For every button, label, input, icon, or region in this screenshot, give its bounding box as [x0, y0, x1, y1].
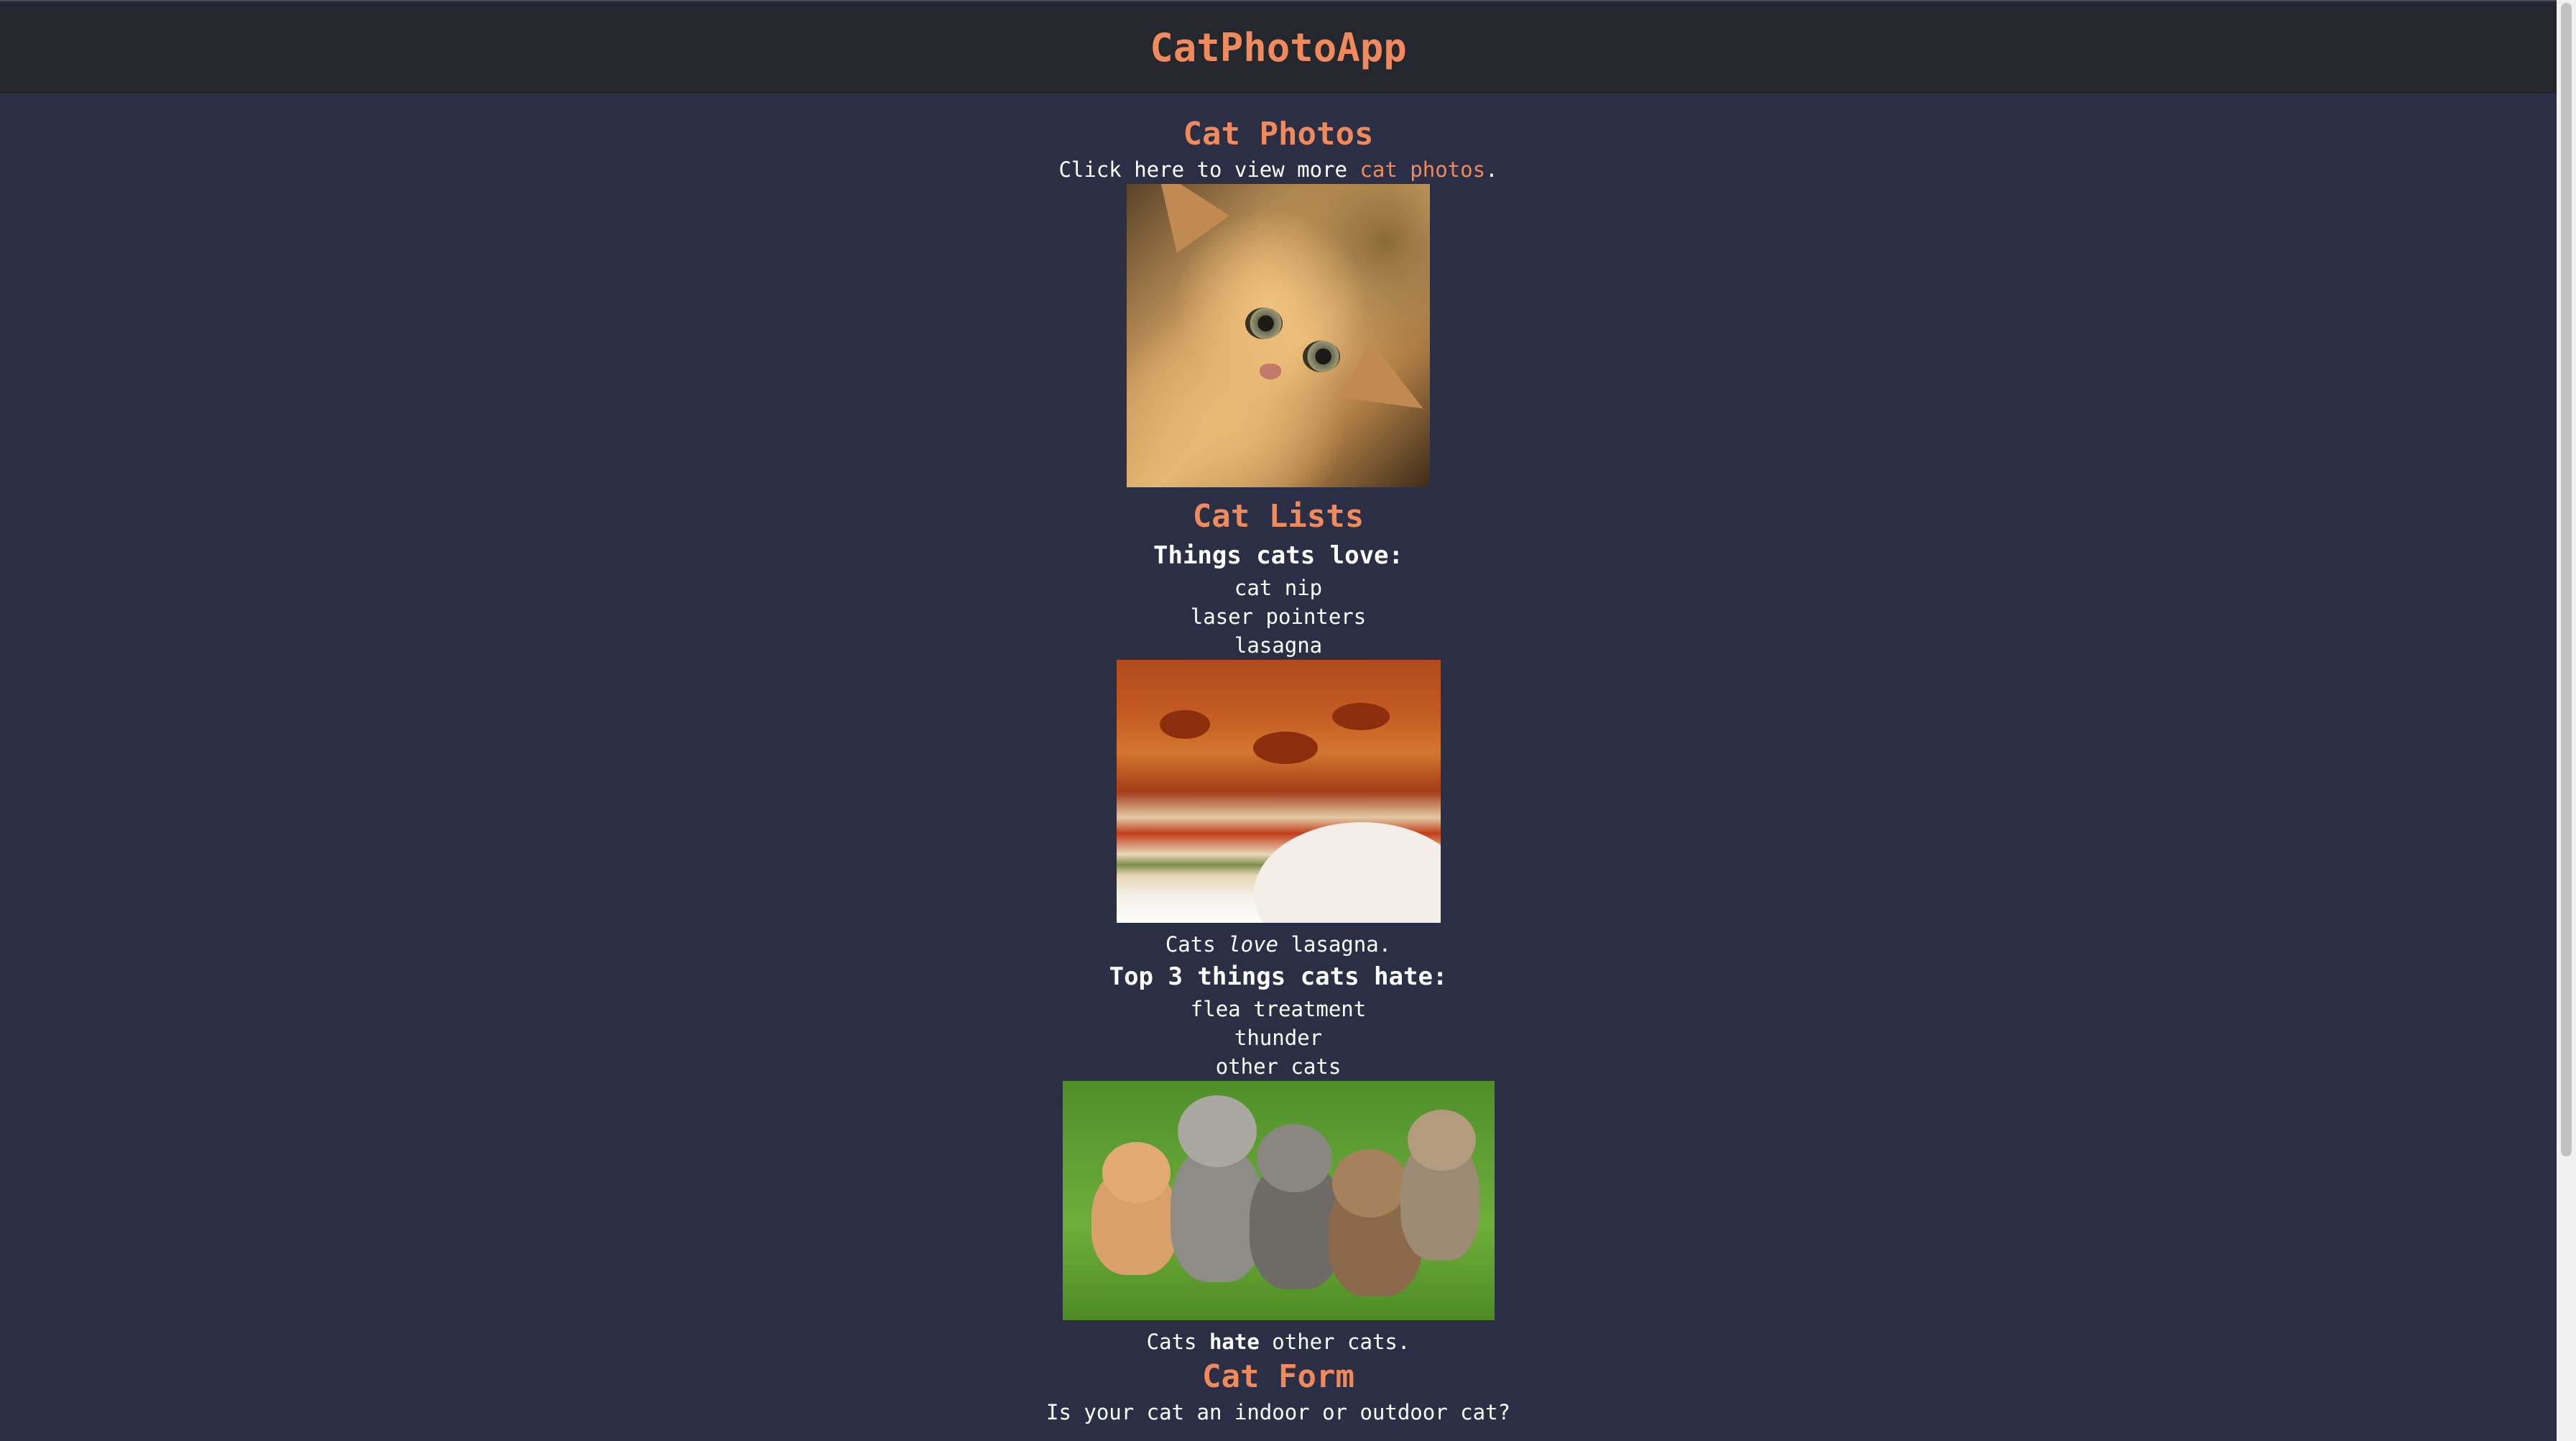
lasagna-caption-emphasis: love	[1228, 932, 1278, 957]
cats-hate-list: flea treatment thunder other cats	[0, 995, 2557, 1081]
cat-lists-section: Cat Lists Things cats love: cat nip lase…	[0, 496, 2557, 1356]
cat-form-section: Cat Form Is your cat an indoor or outdoo…	[0, 1356, 2557, 1427]
sauce-spot	[1331, 703, 1390, 730]
more-photos-prefix: Click here to view more	[1058, 157, 1360, 182]
list-item: thunder	[1234, 1026, 1323, 1050]
lasagna-caption-suffix: lasagna.	[1278, 932, 1392, 957]
more-photos-suffix: .	[1485, 157, 1498, 182]
sauce-spot	[1252, 732, 1318, 764]
lasagna-caption-prefix: Cats	[1165, 932, 1229, 957]
kitten-head-orange	[1102, 1142, 1171, 1203]
cat-photos-heading: Cat Photos	[1183, 116, 1374, 152]
kittens-caption-strong: hate	[1209, 1330, 1260, 1354]
kittens-figure: Cats hate other cats.	[0, 1081, 2557, 1356]
lasagna-caption: Cats love lasagna.	[0, 930, 2557, 959]
kitten-head-calico	[1407, 1110, 1476, 1171]
kitten-head-tabby	[1177, 1095, 1257, 1167]
list-item: laser pointers	[1190, 604, 1367, 629]
kitten-head-brown	[1331, 1149, 1408, 1217]
kittens-caption-prefix: Cats	[1146, 1330, 1209, 1354]
list-item: flea treatment	[1190, 997, 1367, 1021]
list-item: cat nip	[1234, 576, 1323, 600]
kittens-caption-suffix: other cats.	[1259, 1330, 1411, 1354]
kitten-eye-right	[1303, 341, 1340, 372]
list-item: lasagna	[1234, 633, 1323, 658]
scrollbar-thumb[interactable]	[2561, 3, 2572, 1156]
lasagna-figure: Cats love lasagna.	[0, 660, 2557, 959]
page-viewport: CatPhotoApp Cat Photos Click here to vie…	[0, 0, 2557, 1441]
kittens-image	[1062, 1081, 1495, 1320]
app-title: CatPhotoApp	[1150, 24, 1407, 70]
cat-form-heading: Cat Form	[1202, 1358, 1354, 1395]
more-photos-text: Click here to view more cat photos.	[0, 155, 2557, 184]
things-cats-love-heading: Things cats love:	[1153, 541, 1403, 570]
vertical-scrollbar[interactable]	[2557, 0, 2576, 1441]
lasagna-image	[1116, 660, 1441, 923]
kitten-ear-left	[1131, 184, 1230, 253]
cats-love-list: cat nip laser pointers lasagna	[0, 574, 2557, 660]
kitten-ear-right	[1338, 341, 1430, 437]
cat-photos-section: Cat Photos Click here to view more cat p…	[0, 114, 2557, 487]
sauce-spot	[1159, 710, 1210, 739]
indoor-outdoor-question: Is your cat an indoor or outdoor cat?	[1045, 1400, 1510, 1424]
kitten-head-grey	[1256, 1124, 1332, 1192]
cat-photos-link[interactable]: cat photos	[1359, 157, 1485, 182]
plate-shape	[1253, 822, 1441, 923]
main-content: Cat Photos Click here to view more cat p…	[0, 93, 2557, 1427]
kitten-image-link[interactable]	[0, 184, 2557, 487]
top-navbar: CatPhotoApp	[0, 0, 2557, 93]
list-item: other cats	[1215, 1054, 1342, 1079]
kittens-caption: Cats hate other cats.	[0, 1327, 2557, 1356]
kitten-eye-left	[1245, 308, 1283, 339]
cat-lists-heading: Cat Lists	[1192, 498, 1365, 535]
kitten-image[interactable]	[1127, 184, 1430, 487]
things-cats-hate-heading: Top 3 things cats hate:	[1109, 962, 1448, 991]
kitten-nose	[1260, 364, 1281, 379]
